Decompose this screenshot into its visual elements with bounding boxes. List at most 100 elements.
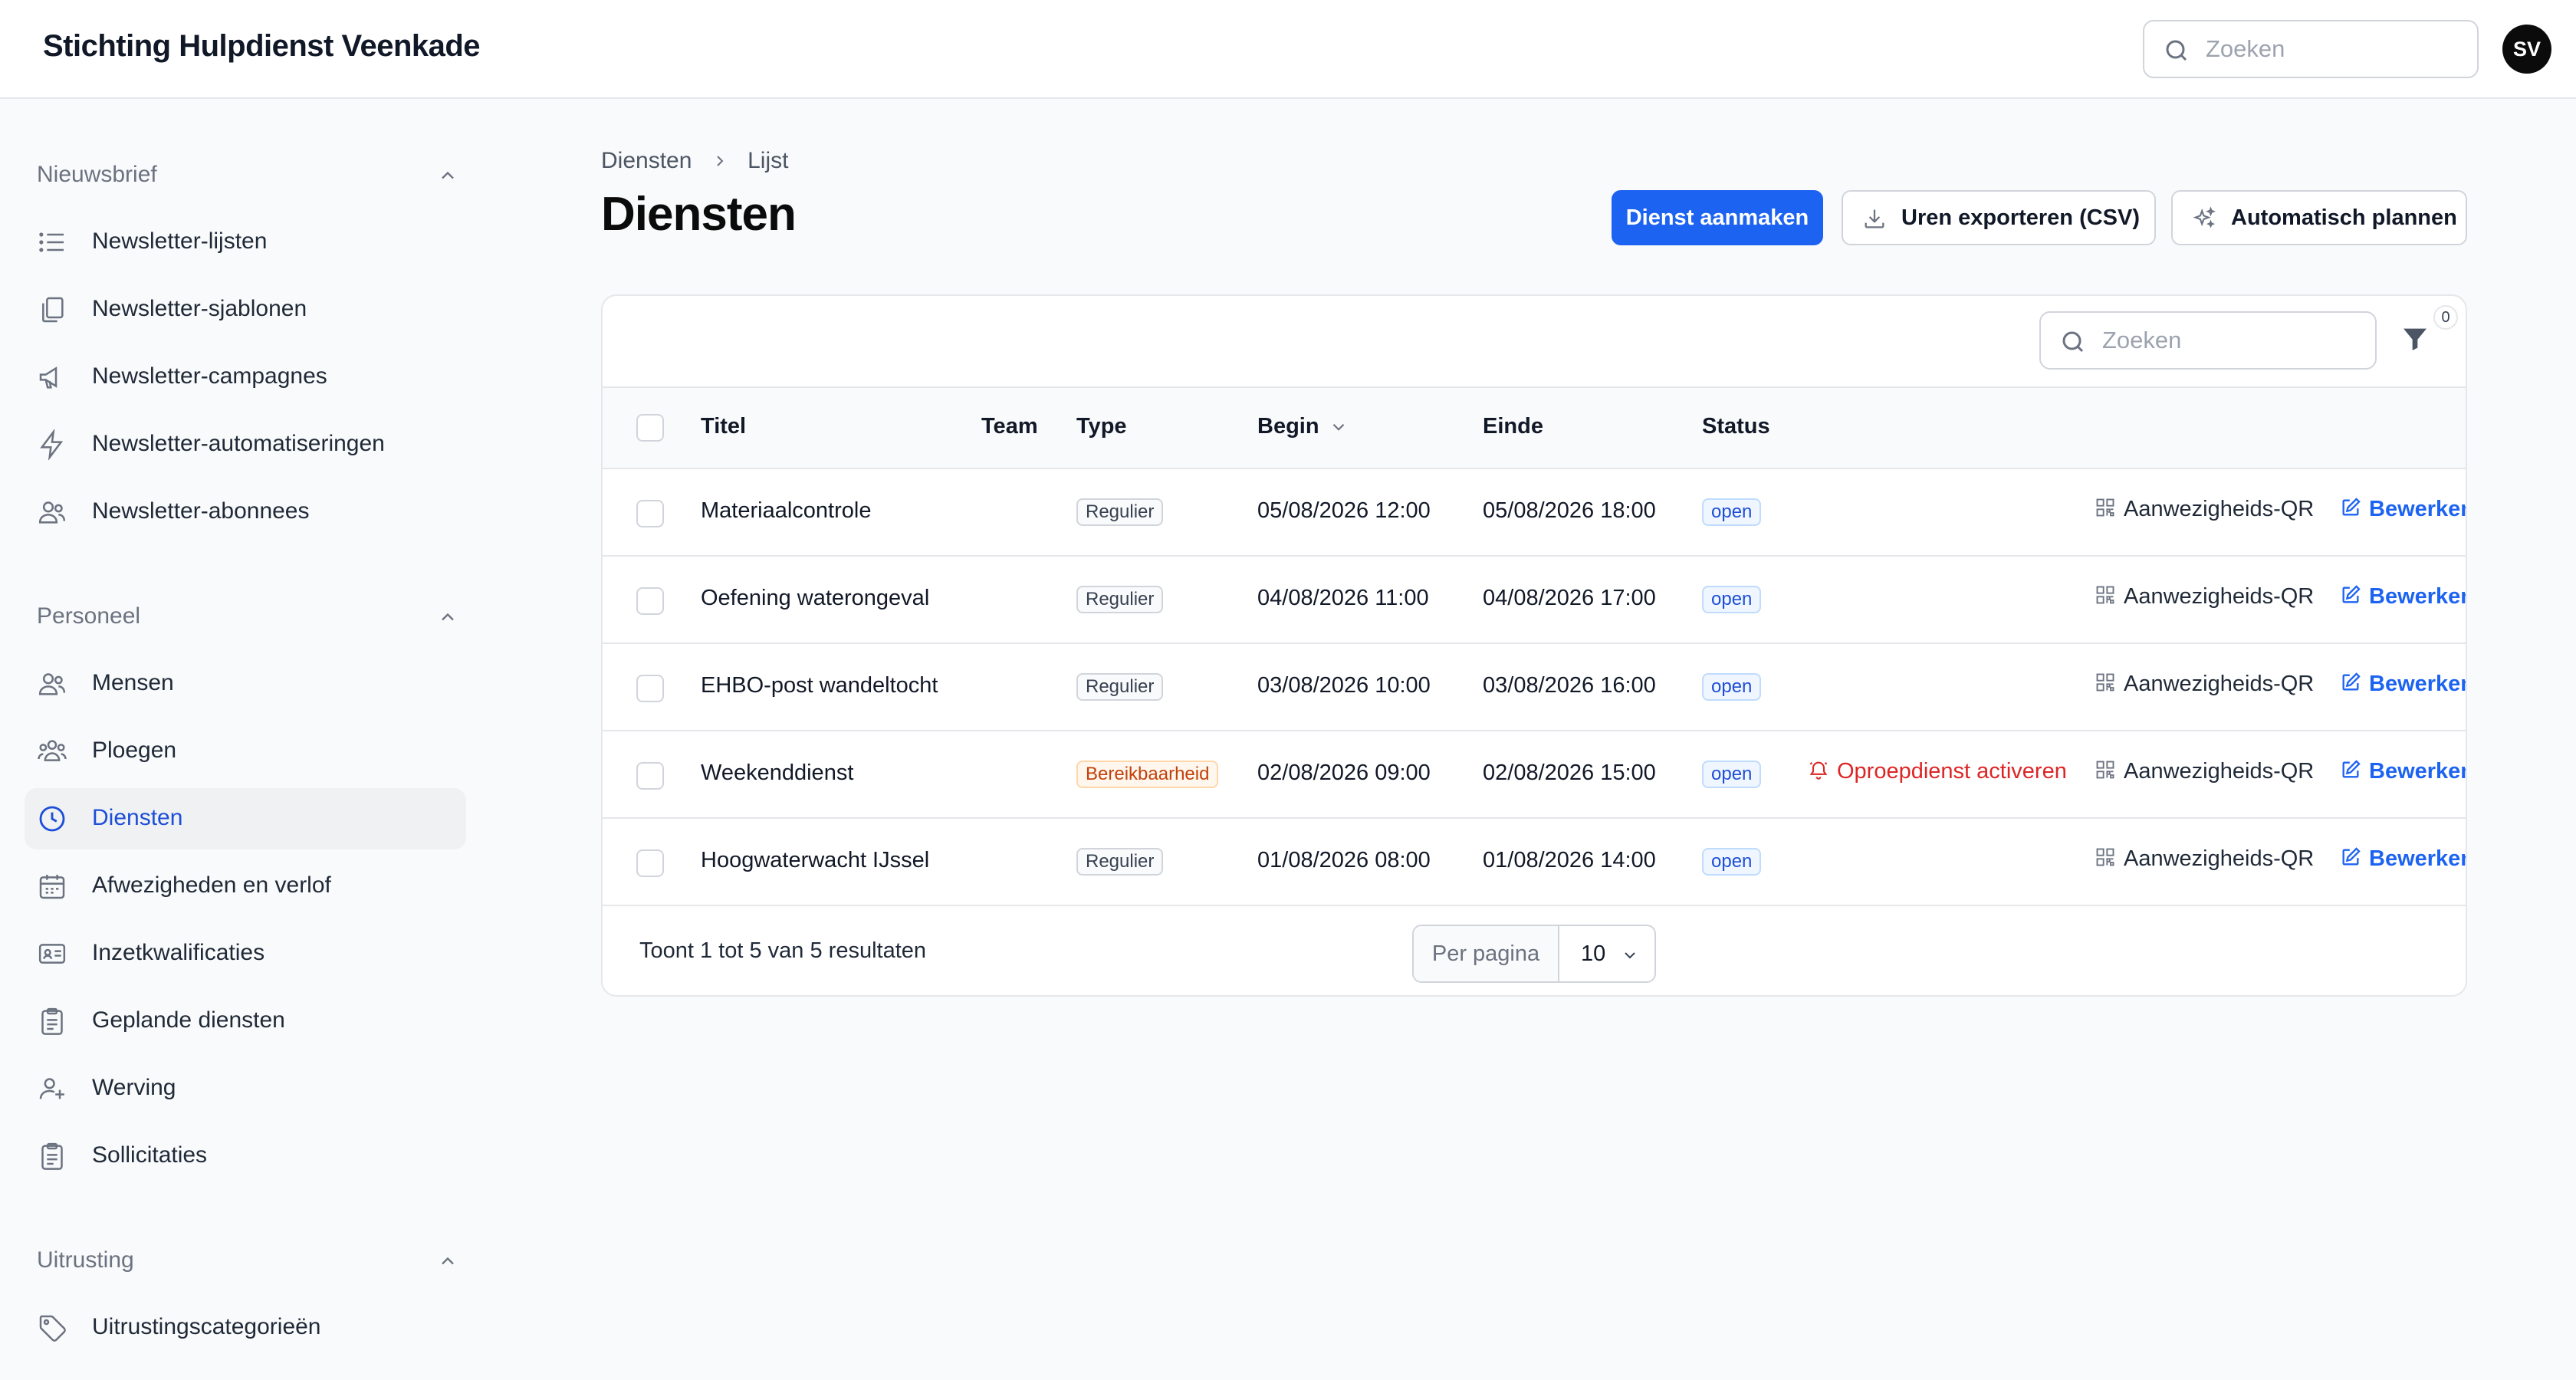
list-icon [39, 232, 64, 252]
user-avatar[interactable]: SV [2502, 25, 2551, 74]
users-icon [38, 501, 66, 524]
breadcrumb-current: Lijst [748, 148, 789, 174]
row-checkbox[interactable] [636, 500, 664, 527]
column-header-status[interactable]: Status [1702, 414, 1770, 439]
clipboard-icon [41, 1142, 63, 1170]
attendance-qr-action[interactable]: Aanwezigheids-QR [2095, 759, 2314, 784]
calendar-icon [39, 875, 65, 899]
sidebar-item-label: Uitrustingscategorieën [92, 1314, 321, 1339]
qr-code-icon [2096, 498, 2114, 517]
edit-label: Bewerken [2369, 584, 2467, 609]
attendance-qr-label: Aanwezigheids-QR [2124, 846, 2315, 871]
shifts-table-card: 0 Titel Team Type Begin Einde Status Mat… [601, 294, 2467, 997]
type-badge: Regulier [1076, 586, 1164, 613]
edit-action[interactable]: Bewerken [2340, 672, 2467, 697]
attendance-qr-action[interactable]: Aanwezigheids-QR [2095, 672, 2314, 697]
user-plus-icon [39, 1078, 64, 1099]
column-header-title[interactable]: Titel [701, 414, 746, 439]
chevron-down-icon [1625, 952, 1635, 959]
column-header-team[interactable]: Team [981, 414, 1038, 439]
sidebar-item-newsletter-sjablonen[interactable]: Newsletter-sjablonen [25, 279, 466, 340]
table-search-input[interactable] [2102, 325, 2363, 356]
sidebar-item-inzetkwalificaties[interactable]: Inzetkwalificaties [25, 923, 466, 984]
table-footer: Toont 1 tot 5 van 5 resultaten Per pagin… [603, 908, 2466, 995]
sidebar-item-geplande-diensten[interactable]: Geplande diensten [25, 991, 466, 1052]
bell-alert-icon [1809, 761, 1828, 780]
breadcrumb-parent[interactable]: Diensten [601, 148, 692, 174]
edit-label: Bewerken [2369, 672, 2467, 696]
export-hours-button[interactable]: Uren exporteren (CSV) [1842, 190, 2156, 245]
status-badge: open [1702, 586, 1762, 613]
column-header-type[interactable]: Type [1076, 414, 1127, 439]
row-title[interactable]: EHBO-post wandeltocht [701, 673, 938, 698]
column-header-end[interactable]: Einde [1483, 414, 1543, 439]
status-badge: open [1702, 673, 1762, 701]
edit-action[interactable]: Bewerken [2340, 584, 2467, 610]
activate-oncall-action[interactable]: Oproepdienst activeren [1808, 759, 2067, 784]
filter-icon[interactable] [2400, 324, 2430, 354]
edit-label: Bewerken [2369, 759, 2467, 784]
type-badge: Bereikbaarheid [1076, 761, 1219, 788]
sidebar-item-diensten[interactable]: Diensten [25, 788, 466, 849]
sidebar-item-werving[interactable]: Werving [25, 1058, 466, 1119]
status-badge: open [1702, 848, 1762, 876]
row-begin: 04/08/2026 11:00 [1257, 586, 1429, 610]
row-title[interactable]: Oefening waterongeval [701, 586, 929, 611]
edit-label: Bewerken [2369, 846, 2467, 871]
attendance-qr-action[interactable]: Aanwezigheids-QR [2095, 497, 2314, 522]
breadcrumb: Diensten Lijst [601, 147, 788, 174]
sidebar-item-newsletter-abonnees[interactable]: Newsletter-abonnees [25, 481, 466, 543]
column-header-begin[interactable]: Begin [1257, 414, 1349, 439]
activate-oncall-label: Oproepdienst activeren [1837, 759, 2067, 784]
row-title[interactable]: Weekenddienst [701, 761, 853, 786]
table-row: Materiaalcontrole Regulier 05/08/2026 12… [603, 469, 2466, 557]
nav-group-personeel[interactable]: Personeel [37, 597, 458, 636]
nav-group-uitrusting[interactable]: Uitrusting [37, 1241, 458, 1280]
row-end: 02/08/2026 15:00 [1483, 761, 1656, 785]
table-row: Weekenddienst Bereikbaarheid 02/08/2026 … [603, 731, 2467, 819]
table-search[interactable] [2039, 311, 2377, 370]
chevron-up-icon [442, 1257, 454, 1265]
sidebar-item-newsletter-automatiseringen[interactable]: Newsletter-automatiseringen [25, 414, 466, 475]
sidebar-item-newsletter-campagnes[interactable]: Newsletter-campagnes [25, 347, 466, 408]
attendance-qr-action[interactable]: Aanwezigheids-QR [2095, 584, 2314, 610]
chevron-up-icon [442, 171, 454, 179]
row-checkbox[interactable] [636, 675, 664, 702]
row-begin: 03/08/2026 10:00 [1257, 673, 1431, 698]
documents-icon [42, 297, 64, 323]
sidebar-item-afwezigheden[interactable]: Afwezigheden en verlof [25, 856, 466, 917]
edit-icon [2342, 672, 2361, 691]
row-title[interactable]: Materiaalcontrole [701, 498, 871, 524]
sidebar-item-uitrustingscategorieen[interactable]: Uitrustingscategorieën [25, 1297, 466, 1359]
filter-count-badge: 0 [2433, 305, 2458, 330]
row-end: 03/08/2026 16:00 [1483, 673, 1656, 698]
row-checkbox[interactable] [636, 587, 664, 615]
sidebar-item-ploegen[interactable]: Ploegen [25, 721, 466, 782]
edit-icon [2342, 585, 2361, 603]
sidebar-item-newsletter-lijsten[interactable]: Newsletter-lijsten [25, 212, 466, 273]
row-checkbox[interactable] [636, 762, 664, 790]
select-all-checkbox[interactable] [636, 414, 664, 442]
auto-plan-button[interactable]: Automatisch plannen [2171, 190, 2467, 245]
row-end: 04/08/2026 17:00 [1483, 586, 1656, 610]
edit-action[interactable]: Bewerken [2340, 497, 2466, 522]
row-checkbox[interactable] [636, 849, 664, 877]
sidebar-item-sollicitaties[interactable]: Sollicitaties [25, 1125, 466, 1187]
per-page-select[interactable]: Per pagina 10 [1412, 925, 1656, 983]
sidebar-item-label: Newsletter-automatiseringen [92, 431, 385, 456]
chevron-up-icon [442, 613, 454, 621]
sidebar-item-label: Ploegen [92, 738, 177, 763]
app-title[interactable]: Stichting Hulpdienst Veenkade [43, 29, 481, 64]
global-search-input[interactable] [2206, 34, 2466, 64]
sidebar-item-mensen[interactable]: Mensen [25, 653, 466, 715]
edit-action[interactable]: Bewerken [2340, 759, 2467, 784]
global-search[interactable] [2143, 20, 2479, 78]
nav-group-nieuwsbrief[interactable]: Nieuwsbrief [37, 156, 458, 194]
edit-action[interactable]: Bewerken [2340, 846, 2467, 872]
attendance-qr-action[interactable]: Aanwezigheids-QR [2095, 846, 2314, 872]
row-title[interactable]: Hoogwaterwacht IJssel [701, 848, 929, 873]
create-shift-button[interactable]: Dienst aanmaken [1612, 190, 1823, 245]
sidebar: Nieuwsbrief Newsletter-lijsten Newslette… [0, 100, 491, 1380]
status-badge: open [1702, 761, 1762, 788]
edit-icon [2342, 847, 2361, 866]
